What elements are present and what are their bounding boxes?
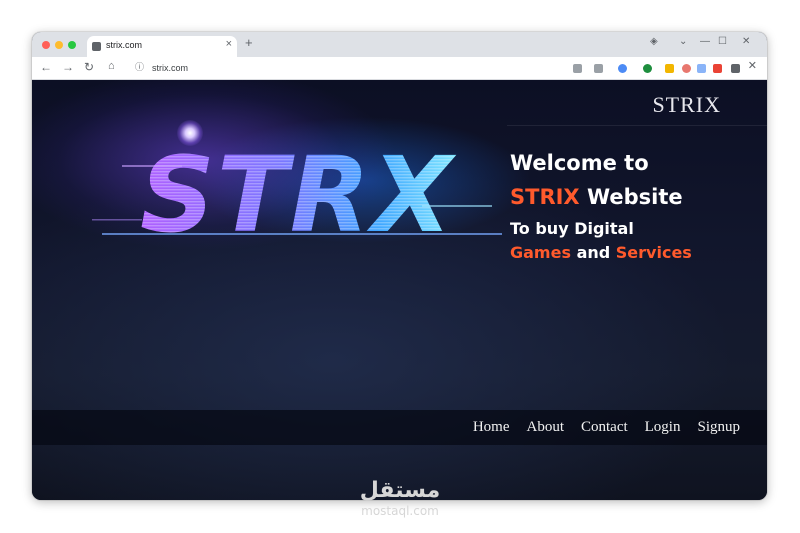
- tab-search-icon[interactable]: ⌄: [679, 37, 687, 47]
- strx-hero-logo: STRX STRX: [92, 135, 502, 255]
- extension-icon[interactable]: [618, 64, 627, 73]
- tab-close-button[interactable]: ×: [226, 39, 232, 50]
- maximize-icon[interactable]: ☐: [718, 37, 727, 47]
- home-icon[interactable]: ⌂: [108, 61, 115, 72]
- welcome-text: Welcome to STRIX Website To buy Digital …: [510, 146, 692, 265]
- watermark-arabic: مستقل: [359, 478, 441, 503]
- reload-icon[interactable]: ↻: [84, 61, 94, 73]
- extensions-icon[interactable]: ◈: [650, 37, 658, 47]
- nav-contact-link[interactable]: Contact: [581, 419, 628, 436]
- nav-signup-link[interactable]: Signup: [697, 419, 740, 436]
- close-icon[interactable]: ✕: [742, 37, 750, 47]
- welcome-services: Services: [615, 243, 692, 262]
- extension-icon[interactable]: [594, 64, 603, 73]
- extension-icon[interactable]: [682, 64, 691, 73]
- tab-title: strix.com: [106, 40, 142, 50]
- welcome-services-line: Games and Services: [510, 241, 692, 265]
- hero-logo-scanlines: STRX: [140, 135, 457, 255]
- page-viewport: STRX STRX STRIX Welcome to STRIX Website…: [32, 80, 767, 500]
- active-tab[interactable]: strix.com ×: [87, 36, 237, 57]
- minimize-window-button[interactable]: [55, 41, 63, 49]
- close-icon[interactable]: ✕: [748, 61, 757, 72]
- forward-icon[interactable]: →: [62, 61, 74, 73]
- welcome-and: and: [576, 243, 611, 262]
- site-favicon-icon: [92, 42, 101, 51]
- address-bar[interactable]: strix.com: [152, 63, 188, 73]
- glitch-streak: [92, 219, 142, 221]
- welcome-games: Games: [510, 243, 571, 262]
- browser-window: strix.com × + ◈ ⌄ — ☐ ✕ ← → ↻ ⌂ ⓘ strix.…: [32, 32, 767, 500]
- tab-strip: strix.com × + ◈ ⌄ — ☐ ✕: [32, 32, 767, 57]
- welcome-subheading: To buy Digital: [510, 219, 634, 238]
- mostaql-watermark: مستقل mostaql.com: [350, 478, 450, 518]
- new-tab-button[interactable]: +: [245, 36, 253, 49]
- site-brand[interactable]: STRIX: [652, 92, 721, 118]
- site-navbar: Home About Contact Login Signup: [32, 410, 767, 445]
- extension-icon[interactable]: [573, 64, 582, 73]
- header-divider: [507, 125, 767, 126]
- zoom-window-button[interactable]: [68, 41, 76, 49]
- extension-icon[interactable]: [713, 64, 722, 73]
- nav-login-link[interactable]: Login: [645, 419, 681, 436]
- welcome-heading: Welcome to: [510, 151, 649, 175]
- browser-toolbar: ← → ↻ ⌂ ⓘ strix.com ✕: [32, 57, 767, 80]
- extension-icon[interactable]: [665, 64, 674, 73]
- close-window-button[interactable]: [42, 41, 50, 49]
- nav-about-link[interactable]: About: [526, 419, 564, 436]
- extension-icon[interactable]: [643, 64, 652, 73]
- minimize-icon[interactable]: —: [700, 37, 710, 47]
- glitch-streak: [422, 205, 492, 207]
- extension-icon[interactable]: [731, 64, 740, 73]
- site-info-icon[interactable]: ⓘ: [135, 63, 144, 72]
- back-icon[interactable]: ←: [40, 61, 52, 73]
- welcome-website: Website: [586, 185, 683, 209]
- extension-icon[interactable]: [697, 64, 706, 73]
- watermark-latin: mostaql.com: [361, 504, 439, 518]
- glitch-streak: [122, 165, 182, 167]
- welcome-brand: STRIX: [510, 185, 580, 209]
- nav-links: Home About Contact Login Signup: [473, 419, 740, 436]
- nav-home-link[interactable]: Home: [473, 419, 510, 436]
- logo-glow-line: [102, 233, 502, 235]
- welcome-brand-line: STRIX Website: [510, 180, 692, 214]
